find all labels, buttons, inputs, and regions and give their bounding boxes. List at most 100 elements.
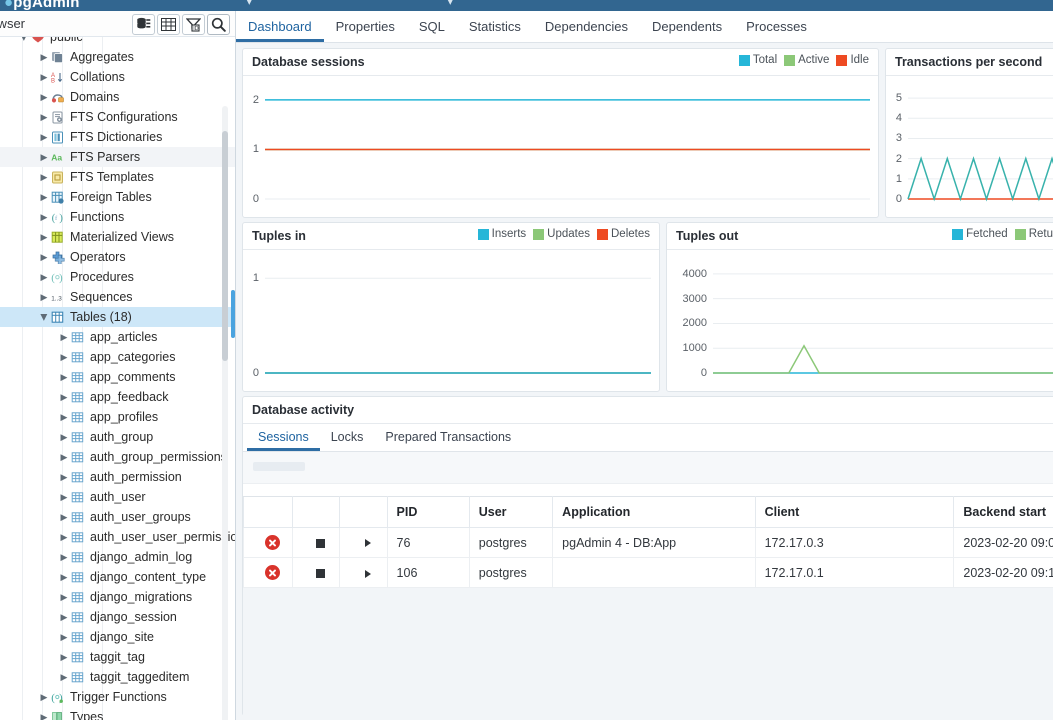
- column-header-backend[interactable]: Backend start: [953, 496, 1053, 528]
- chevron-right-icon[interactable]: ▶: [38, 52, 50, 63]
- column-header-app[interactable]: Application: [552, 496, 756, 528]
- chevron-right-icon[interactable]: ▶: [58, 372, 70, 383]
- chevron-right-icon[interactable]: ▶: [58, 532, 70, 543]
- tree-item-auth-permission[interactable]: ▶ auth_permission: [0, 467, 235, 487]
- tree-item-app-feedback[interactable]: ▶ app_feedback: [0, 387, 235, 407]
- cancel-query-icon[interactable]: [243, 526, 294, 559]
- chevron-right-icon[interactable]: ▶: [58, 392, 70, 403]
- chevron-right-icon[interactable]: ▶: [58, 492, 70, 503]
- tree-item-django-content-type[interactable]: ▶ django_content_type: [0, 567, 235, 587]
- terminate-session-icon[interactable]: [292, 557, 340, 589]
- tree-item-auth-user[interactable]: ▶ auth_user: [0, 487, 235, 507]
- chevron-right-icon[interactable]: ▶: [38, 692, 50, 703]
- tree-item-app-categories[interactable]: ▶ app_categories: [0, 347, 235, 367]
- activity-tab-prepared-transactions[interactable]: Prepared Transactions: [374, 424, 522, 451]
- tree-item-auth-group[interactable]: ▶ auth_group: [0, 427, 235, 447]
- tab-processes[interactable]: Processes: [734, 11, 819, 42]
- tree-item-trigger-functions[interactable]: ▶() Trigger Functions: [0, 687, 235, 707]
- terminate-session-icon[interactable]: [292, 526, 340, 559]
- tree-item-auth-group-permissions[interactable]: ▶ auth_group_permissions: [0, 447, 235, 467]
- column-header-pid[interactable]: PID: [386, 496, 470, 528]
- column-header-stop[interactable]: [292, 496, 340, 528]
- tree-item-collations[interactable]: ▶ A B Collations: [0, 67, 235, 87]
- row-details-icon[interactable]: [338, 526, 388, 559]
- tree-item-fts-dictionaries[interactable]: ▶ FTS Dictionaries: [0, 127, 235, 147]
- tab-dependencies[interactable]: Dependencies: [533, 11, 640, 42]
- chevron-right-icon[interactable]: ▶: [58, 352, 70, 363]
- chevron-right-icon[interactable]: ▶: [38, 152, 50, 163]
- tree-item-fts-configurations[interactable]: ▶ FTS Configurations: [0, 107, 235, 127]
- tree-item-functions[interactable]: ▶() f Functions: [0, 207, 235, 227]
- tree-item-operators[interactable]: ▶ Operators: [0, 247, 235, 267]
- legend-entry[interactable]: Inserts: [477, 228, 526, 240]
- chevron-right-icon[interactable]: ▶: [58, 452, 70, 463]
- tab-statistics[interactable]: Statistics: [457, 11, 533, 42]
- chevron-right-icon[interactable]: ▶: [38, 212, 50, 223]
- tree-item-django-admin-log[interactable]: ▶ django_admin_log: [0, 547, 235, 567]
- legend-entry[interactable]: Idle: [836, 54, 869, 66]
- sessions-grid-viewport[interactable]: PIDUserApplicationClientBackend startTra…: [243, 496, 1053, 720]
- panel-splitter-handle[interactable]: [231, 290, 235, 338]
- chevron-right-icon[interactable]: ▶: [38, 712, 50, 720]
- chevron-down-icon[interactable]: ▶: [19, 37, 30, 43]
- chevron-down-icon[interactable]: ▶: [39, 311, 50, 323]
- chevron-right-icon[interactable]: ▶: [38, 252, 50, 263]
- chevron-right-icon[interactable]: ▶: [58, 552, 70, 563]
- chevron-right-icon[interactable]: ▶: [58, 512, 70, 523]
- tree-scrollbar-thumb[interactable]: [222, 131, 228, 361]
- legend-entry[interactable]: Returned: [1014, 228, 1053, 240]
- tab-sql[interactable]: SQL: [407, 11, 457, 42]
- chevron-right-icon[interactable]: ▶: [38, 92, 50, 103]
- tree-item-django-migrations[interactable]: ▶ django_migrations: [0, 587, 235, 607]
- tab-dashboard[interactable]: Dashboard: [236, 11, 324, 42]
- tab-dependents[interactable]: Dependents: [640, 11, 734, 42]
- tree-item-foreign-tables[interactable]: ▶ Foreign Tables: [0, 187, 235, 207]
- tree-item-materialized-views[interactable]: ▶ Materialized Views: [0, 227, 235, 247]
- column-header-details[interactable]: [338, 496, 388, 528]
- chevron-right-icon[interactable]: ▶: [58, 572, 70, 583]
- chevron-right-icon[interactable]: ▶: [58, 672, 70, 683]
- chevron-right-icon[interactable]: ▶: [58, 632, 70, 643]
- tree-item-fts-parsers[interactable]: ▶ Aa FTS Parsers: [0, 147, 235, 167]
- tree-item-app-profiles[interactable]: ▶ app_profiles: [0, 407, 235, 427]
- menu-caret-1[interactable]: ▾: [246, 0, 253, 9]
- browser-tree-scroll[interactable]: ▶public▶Aggregates▶ABCollations▶Domains▶…: [0, 37, 235, 720]
- activity-tab-sessions[interactable]: Sessions: [247, 424, 320, 451]
- tree-item-app-comments[interactable]: ▶ app_comments: [0, 367, 235, 387]
- legend-entry[interactable]: Updates: [533, 228, 590, 240]
- chevron-right-icon[interactable]: ▶: [58, 412, 70, 423]
- legend-entry[interactable]: Deletes: [597, 228, 650, 240]
- chevron-right-icon[interactable]: ▶: [38, 132, 50, 143]
- chevron-right-icon[interactable]: ▶: [58, 652, 70, 663]
- legend-entry[interactable]: Active: [784, 54, 829, 66]
- chevron-right-icon[interactable]: ▶: [58, 332, 70, 343]
- chevron-right-icon[interactable]: ▶: [58, 472, 70, 483]
- column-header-client[interactable]: Client: [754, 496, 955, 528]
- tree-item-public[interactable]: ▶ public: [0, 37, 235, 47]
- objects-icon[interactable]: [132, 14, 155, 35]
- tree-item-tables-18[interactable]: ▶ Tables (18): [0, 307, 235, 327]
- tree-item-sequences[interactable]: ▶ 1..3 Sequences: [0, 287, 235, 307]
- chevron-right-icon[interactable]: ▶: [58, 612, 70, 623]
- activity-tab-locks[interactable]: Locks: [320, 424, 375, 451]
- tree-item-app-articles[interactable]: ▶ app_articles: [0, 327, 235, 347]
- tree-item-fts-templates[interactable]: ▶ FTS Templates: [0, 167, 235, 187]
- tree-item-procedures[interactable]: ▶() Procedures: [0, 267, 235, 287]
- tree-item-auth-user-user-permissions[interactable]: ▶ auth_user_user_permissions: [0, 527, 235, 547]
- chevron-right-icon[interactable]: ▶: [58, 592, 70, 603]
- chevron-right-icon[interactable]: ▶: [38, 112, 50, 123]
- cancel-query-icon[interactable]: [243, 557, 294, 589]
- tree-item-django-session[interactable]: ▶ django_session: [0, 607, 235, 627]
- column-header-user[interactable]: User: [468, 496, 554, 528]
- legend-entry[interactable]: Fetched: [952, 228, 1008, 240]
- chevron-right-icon[interactable]: ▶: [38, 292, 50, 303]
- search-icon[interactable]: [207, 14, 230, 35]
- tree-item-auth-user-groups[interactable]: ▶ auth_user_groups: [0, 507, 235, 527]
- tree-item-django-site[interactable]: ▶ django_site: [0, 627, 235, 647]
- chevron-right-icon[interactable]: ▶: [38, 72, 50, 83]
- chevron-right-icon[interactable]: ▶: [38, 272, 50, 283]
- chevron-right-icon[interactable]: ▶: [58, 432, 70, 443]
- tab-properties[interactable]: Properties: [324, 11, 407, 42]
- chevron-right-icon[interactable]: ▶: [38, 172, 50, 183]
- tree-item-aggregates[interactable]: ▶ Aggregates: [0, 47, 235, 67]
